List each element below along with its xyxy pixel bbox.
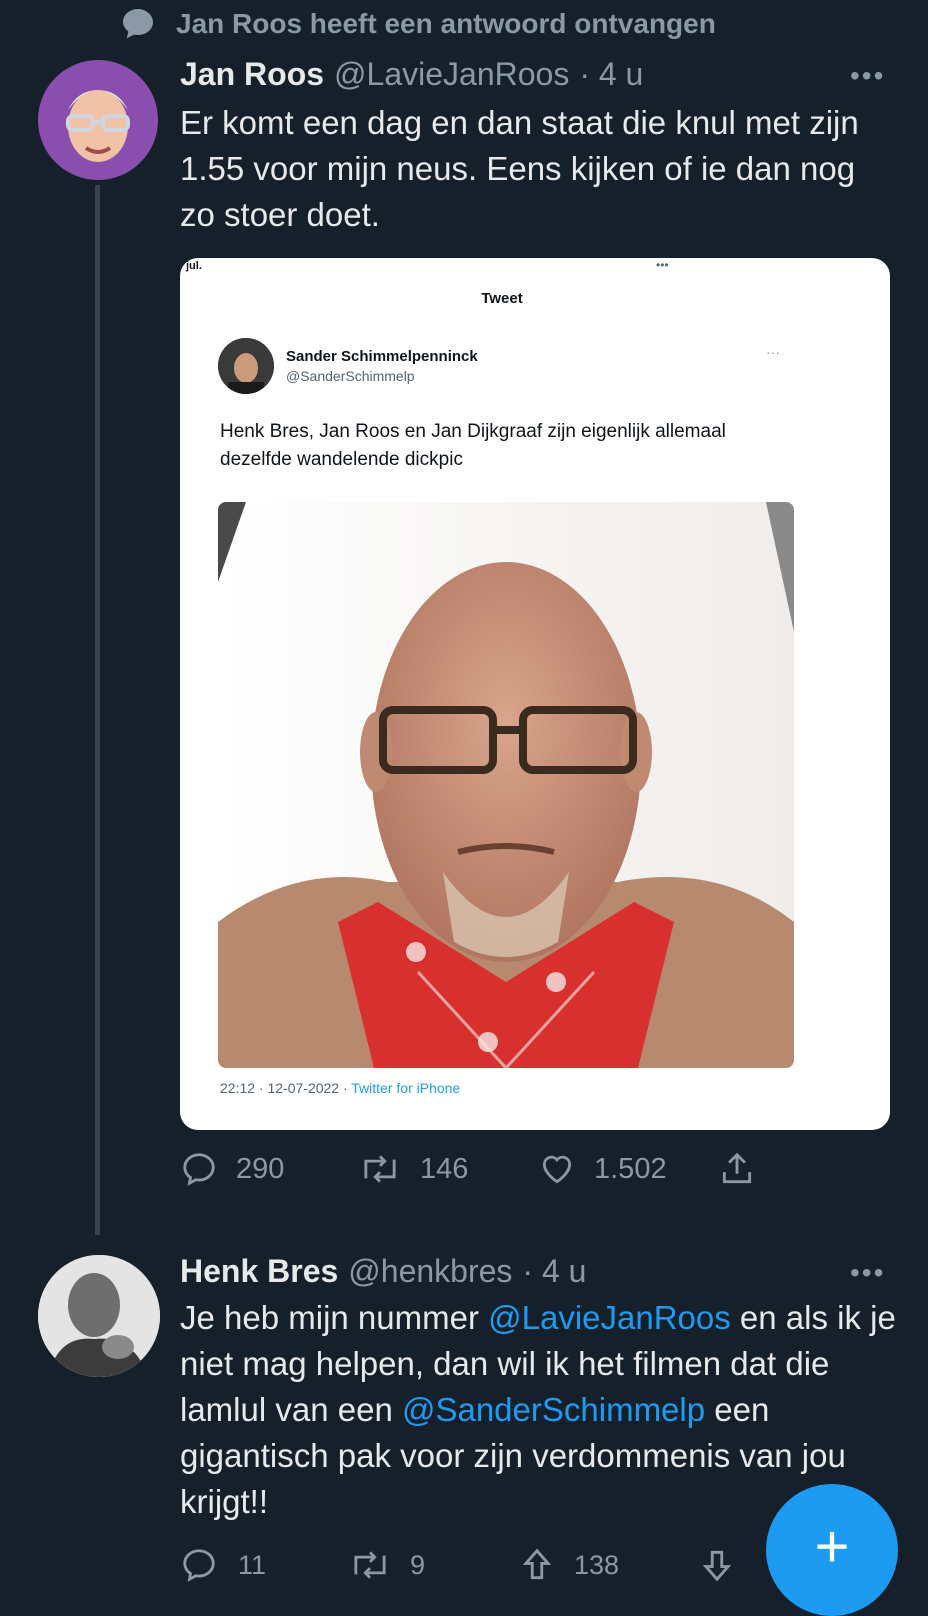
embedded-avatar-illustration (218, 338, 274, 394)
tweet-text: Er komt een dag en dan staat die knul me… (180, 104, 859, 233)
reply-timestamp[interactable]: · 4 u (522, 1253, 586, 1290)
avatar-photo (38, 1255, 160, 1377)
arrow-up-icon (522, 1548, 552, 1580)
reply-icon (183, 1549, 215, 1582)
reply2-reply-count: 11 (238, 1549, 267, 1580)
reply-text-part-1: Je heb mijn nummer (180, 1299, 489, 1336)
heart-icon (542, 1155, 572, 1184)
social-context: Jan Roos heeft een antwoord ontvangen (120, 6, 716, 42)
reply-author-name[interactable]: Henk Bres (180, 1253, 338, 1290)
tweet-header: Jan Roos @LavieJanRoos · 4 u (180, 56, 643, 93)
reply-more-options-button[interactable]: ••• (850, 1257, 885, 1289)
reply-tweet-actions: 11 9 138 (180, 1546, 740, 1584)
more-options-button[interactable]: ••• (850, 60, 885, 92)
mention-lavie-jan-roos[interactable]: @LavieJanRoos (488, 1299, 731, 1336)
embedded-tweet-text-line1: Henk Bres, Jan Roos en Jan Dijkgraaf zij… (220, 421, 726, 442)
reply-count: 290 (236, 1152, 285, 1185)
retweet-button[interactable]: 146 (358, 1150, 538, 1188)
like-count: 1.502 (594, 1152, 667, 1185)
avatar-jan-roos[interactable] (38, 60, 158, 180)
portrait-photo (218, 502, 794, 1068)
thread-connector-line (95, 185, 100, 1235)
reply-button[interactable]: 290 (180, 1150, 358, 1188)
social-context-label: Jan Roos heeft een antwoord ontvangen (176, 8, 716, 39)
reply2-retweet-button[interactable]: 9 (348, 1546, 518, 1584)
retweet-icon (354, 1551, 386, 1579)
embedded-author-handle: @SanderSchimmelp (286, 368, 415, 384)
share-button[interactable] (718, 1150, 756, 1188)
reply2-retweet-count: 9 (410, 1549, 426, 1580)
embedded-more-dots: ··· (766, 344, 780, 360)
embedded-footer-time: 22:12 · 12-07-2022 · (220, 1080, 352, 1096)
downvote-button[interactable] (698, 1546, 736, 1584)
timestamp[interactable]: · 4 u (579, 56, 643, 93)
embedded-photo (218, 502, 794, 1068)
embedded-date-fragment: jul. (186, 260, 202, 272)
embedded-footer: 22:12 · 12-07-2022 · Twitter for iPhone (220, 1080, 460, 1096)
like-button[interactable]: 1.502 (538, 1150, 718, 1188)
embedded-screenshot-card[interactable]: jul. ••• Tweet Sander Schimmelpenninck @… (180, 258, 890, 1130)
retweet-count: 146 (420, 1152, 469, 1185)
author-handle[interactable]: @LavieJanRoos (334, 56, 569, 93)
avatar-henk-bres[interactable] (38, 1255, 160, 1377)
plus-icon: + (814, 1513, 850, 1580)
embedded-tweet-text-line2: dezelfde wandelende dickpic (220, 449, 463, 470)
reply-icon (183, 1153, 215, 1186)
mention-sander-schimmelp[interactable]: @SanderSchimmelp (402, 1391, 705, 1428)
arrow-down-icon (702, 1550, 732, 1582)
embedded-footer-source: Twitter for iPhone (351, 1080, 461, 1096)
embedded-author-avatar (218, 338, 274, 394)
upvote-count: 138 (574, 1549, 620, 1580)
share-icon (722, 1152, 752, 1184)
retweet-icon (364, 1155, 396, 1183)
compose-tweet-button[interactable]: + (766, 1484, 898, 1616)
embedded-header: Tweet (481, 290, 523, 307)
reply-author-handle[interactable]: @henkbres (348, 1253, 512, 1290)
upvote-button[interactable]: 138 (518, 1546, 698, 1584)
embedded-top-dots: ••• (656, 258, 669, 272)
speech-bubble-icon (123, 9, 153, 39)
author-name[interactable]: Jan Roos (180, 56, 324, 93)
avatar-illustration (38, 60, 158, 180)
embedded-author-name: Sander Schimmelpenninck (286, 348, 478, 365)
tweet-actions: 290 146 1.502 (180, 1150, 800, 1188)
reply-tweet-header: Henk Bres @henkbres · 4 u (180, 1253, 586, 1290)
reply2-reply-button[interactable]: 11 (180, 1546, 348, 1584)
reply-tweet-text: Je heb mijn nummer @LavieJanRoos en als … (180, 1295, 900, 1525)
